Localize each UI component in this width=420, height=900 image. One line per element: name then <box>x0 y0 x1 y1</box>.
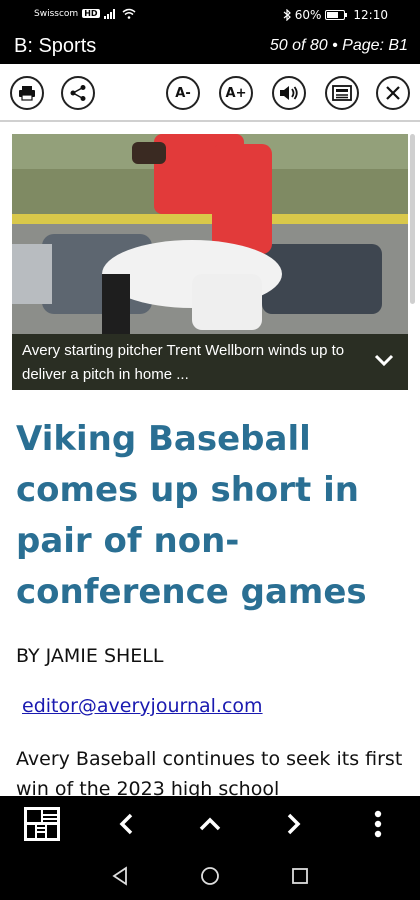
close-button[interactable] <box>376 76 410 110</box>
page-view-button[interactable] <box>325 76 359 110</box>
photo-caption: Avery starting pitcher Trent Wellborn wi… <box>22 342 345 383</box>
title-bar: B: Sports 50 of 80 • Page: B1 <box>0 30 420 64</box>
more-vertical-icon <box>374 810 382 838</box>
battery-icon <box>325 10 348 20</box>
font-larger-button[interactable]: A+ <box>219 76 253 110</box>
signal-icon <box>103 8 118 19</box>
carrier-label: Swisscom <box>34 8 79 19</box>
hd-badge: HD <box>82 9 100 18</box>
previous-article-button[interactable] <box>106 804 146 844</box>
close-icon <box>386 86 400 100</box>
system-nav-bar <box>0 852 420 900</box>
speaker-icon <box>280 86 298 100</box>
back-triangle-icon <box>112 866 127 886</box>
wifi-icon <box>122 8 136 19</box>
bottom-nav <box>0 796 420 852</box>
font-larger-label: A+ <box>225 85 247 101</box>
article-headline: Viking Baseball comes up short in pair o… <box>16 419 367 612</box>
home-circle-icon <box>201 867 219 885</box>
share-icon <box>70 85 86 101</box>
page-view-icon <box>332 85 352 101</box>
byline: BY JAMIE SHELL <box>16 645 164 667</box>
scroll-up-button[interactable] <box>190 804 230 844</box>
section-title: B: Sports <box>14 35 97 57</box>
read-aloud-button[interactable] <box>272 76 306 110</box>
article-content[interactable]: Avery starting pitcher Trent Wellborn wi… <box>0 122 420 796</box>
clock: 12:10 <box>353 8 388 22</box>
page-info: 50 of 80 • Page: B1 <box>269 37 408 54</box>
battery-percent: 60% <box>294 8 322 22</box>
status-left: Swisscom HD <box>34 8 136 19</box>
system-back-button[interactable] <box>108 864 132 888</box>
system-home-button[interactable] <box>198 864 222 888</box>
chevron-up-icon <box>199 817 221 831</box>
bluetooth-icon <box>283 9 291 21</box>
page-grid-button[interactable] <box>22 804 62 844</box>
print-button[interactable] <box>10 76 44 110</box>
recents-square-icon <box>292 868 308 884</box>
page-grid-icon <box>24 807 60 841</box>
font-smaller-label: A- <box>175 85 191 101</box>
photo-caption-overlay: Avery starting pitcher Trent Wellborn wi… <box>12 334 408 390</box>
printer-icon <box>19 86 35 101</box>
chevron-right-icon <box>287 813 301 835</box>
article-toolbar: A- A+ <box>0 64 420 122</box>
status-right: 60% 12:10 <box>283 8 388 22</box>
font-smaller-button[interactable]: A- <box>166 76 200 110</box>
status-bar: Swisscom HD 60% 12:10 <box>0 0 420 30</box>
article-photo[interactable]: Avery starting pitcher Trent Wellborn wi… <box>12 134 408 390</box>
scrollbar[interactable] <box>410 134 415 304</box>
next-article-button[interactable] <box>274 804 314 844</box>
article-body: Avery Baseball continues to seek its fir… <box>16 748 403 796</box>
more-options-button[interactable] <box>358 804 398 844</box>
author-email-link[interactable]: editor@averyjournal.com <box>22 695 263 717</box>
system-recents-button[interactable] <box>288 864 312 888</box>
share-button[interactable] <box>61 76 95 110</box>
chevron-left-icon <box>119 813 133 835</box>
chevron-down-icon[interactable] <box>372 348 396 372</box>
